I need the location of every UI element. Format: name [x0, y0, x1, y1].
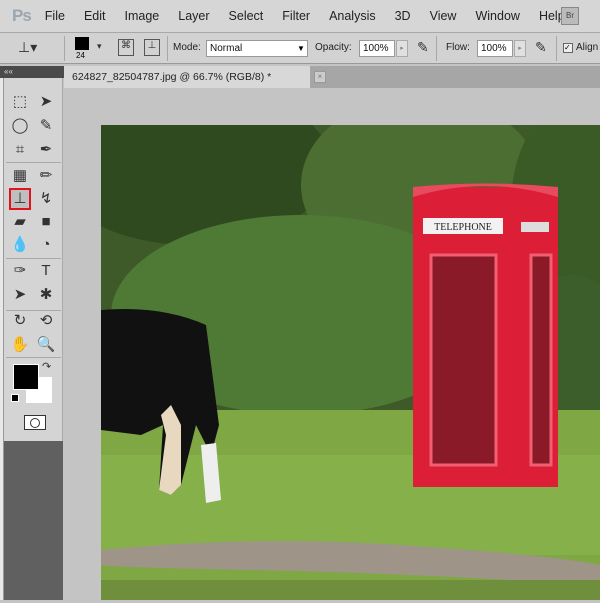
hand-tool-icon[interactable]: ✋: [9, 334, 31, 356]
sample-icon[interactable]: ✎: [535, 39, 547, 56]
blur-tool-icon[interactable]: 💧: [9, 234, 31, 256]
menu-analysis[interactable]: Analysis: [329, 9, 376, 23]
eyedropper-tool-icon[interactable]: ✒: [35, 139, 57, 161]
opacity-label: Opacity:: [315, 42, 352, 53]
menu-bar: Ps File Edit Image Layer Select Filter A…: [0, 0, 600, 33]
document-tab[interactable]: 624827_82504787.jpg @ 66.7% (RGB/8) *: [64, 66, 310, 88]
document-canvas[interactable]: TELEPHONE: [51, 85, 600, 600]
airbrush-icon[interactable]: ✎: [417, 39, 429, 56]
type-tool-icon[interactable]: T: [35, 260, 57, 282]
gradient-tool-icon[interactable]: ■: [35, 211, 57, 233]
lasso-tool-icon[interactable]: ◯: [9, 115, 31, 137]
menu-file[interactable]: File: [45, 9, 65, 23]
brush-dropdown-icon[interactable]: ▾: [97, 41, 102, 52]
options-bar: ⊥▾ 24 ▾ ⌘ ⊥ Mode: Normal ▼ Opacity: 100%…: [0, 33, 600, 64]
foreground-color-swatch[interactable]: [13, 364, 39, 390]
history-brush-tool-icon[interactable]: ↯: [35, 188, 57, 210]
menu-layer[interactable]: Layer: [178, 9, 209, 23]
brush-preview-icon[interactable]: [75, 37, 89, 50]
clone-source-icon[interactable]: ⊥: [144, 39, 160, 56]
menu-select[interactable]: Select: [229, 9, 264, 23]
eraser-tool-icon[interactable]: ▰: [9, 211, 31, 233]
dodge-tool-icon[interactable]: ◔: [35, 234, 57, 256]
menu-image[interactable]: Image: [125, 9, 160, 23]
path-selection-tool-icon[interactable]: ➤: [9, 284, 31, 306]
mode-select[interactable]: Normal: [206, 40, 308, 57]
panel-empty-area: [4, 441, 63, 600]
marquee-tool-icon[interactable]: ⬚: [9, 91, 31, 113]
flow-stepper[interactable]: ▸: [514, 40, 526, 57]
clone-stamp-tool-icon[interactable]: ⊥: [9, 188, 31, 210]
menu-edit[interactable]: Edit: [84, 9, 106, 23]
telephone-sign: TELEPHONE: [434, 222, 492, 233]
swap-colors-icon[interactable]: ↷: [42, 360, 51, 373]
clone-stamp-preset-icon[interactable]: ⊥▾: [18, 39, 37, 56]
photoshop-logo: Ps: [12, 6, 32, 25]
brush-tool-icon[interactable]: ✏: [35, 165, 57, 187]
quick-selection-tool-icon[interactable]: ✎: [35, 115, 57, 137]
bridge-button[interactable]: Br: [561, 7, 579, 25]
menu-filter[interactable]: Filter: [282, 9, 310, 23]
aligned-label: Align: [576, 42, 599, 53]
default-colors-icon[interactable]: [11, 394, 19, 402]
opacity-input[interactable]: 100%: [359, 40, 395, 57]
3d-rotate-tool-icon[interactable]: ↻: [9, 310, 31, 332]
brush-size: 24: [76, 51, 85, 60]
flow-label: Flow:: [446, 42, 470, 53]
close-icon[interactable]: ×: [314, 71, 326, 83]
spot-healing-tool-icon[interactable]: ▦: [9, 165, 31, 187]
document-tab-bar: 624827_82504787.jpg @ 66.7% (RGB/8) * ×: [64, 66, 600, 88]
crop-tool-icon[interactable]: ⌗: [9, 139, 31, 161]
tools-panel-header[interactable]: ««: [0, 66, 64, 78]
telephone-box: TELEPHONE: [413, 183, 558, 487]
menu-view[interactable]: View: [430, 9, 457, 23]
mode-label: Mode:: [173, 42, 201, 53]
opacity-stepper[interactable]: ▸: [396, 40, 408, 57]
aligned-checkbox[interactable]: ✓: [563, 43, 573, 53]
3d-orbit-tool-icon[interactable]: ⟲: [35, 310, 57, 332]
menu-window[interactable]: Window: [475, 9, 519, 23]
custom-shape-tool-icon[interactable]: ✱: [35, 284, 57, 306]
brush-panel-icon[interactable]: ⌘: [118, 39, 134, 56]
zoom-tool-icon[interactable]: 🔍: [35, 334, 57, 356]
pen-tool-icon[interactable]: ✑: [9, 260, 31, 282]
menu-3d[interactable]: 3D: [395, 9, 411, 23]
chevron-down-icon: ▼: [297, 44, 305, 53]
move-tool-icon[interactable]: ➤: [35, 91, 57, 113]
quick-mask-button[interactable]: [24, 415, 46, 430]
flow-input[interactable]: 100%: [477, 40, 513, 57]
